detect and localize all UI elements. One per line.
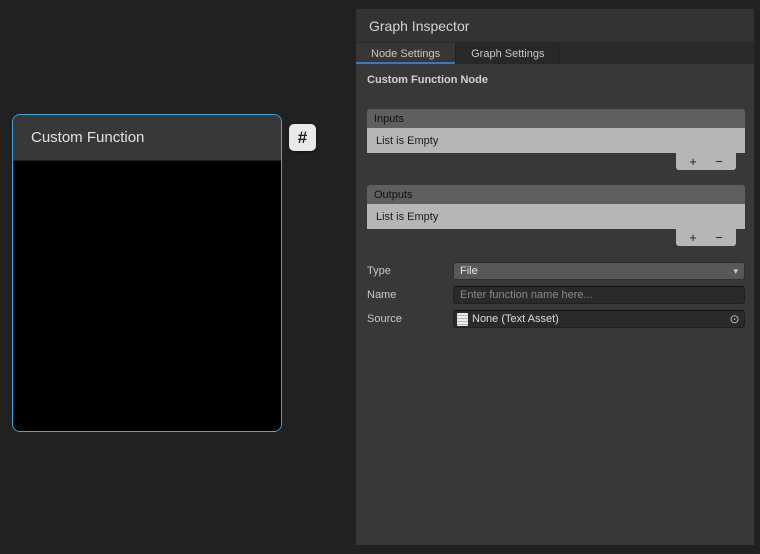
outputs-list-footer: + − [367,229,745,247]
inputs-list-header[interactable]: Inputs [367,109,745,128]
object-picker-icon[interactable]: ⊙ [726,311,743,327]
node-settings-form: Type File ▾ Name Source None (Text Asset… [367,262,745,328]
outputs-list-header[interactable]: Outputs [367,185,745,204]
name-label: Name [367,289,453,301]
type-dropdown-value: File [460,265,478,277]
graph-inspector-panel: Graph Inspector Node Settings Graph Sett… [355,8,755,546]
function-name-input[interactable] [453,286,745,304]
outputs-add-button[interactable]: + [680,229,706,246]
inspector-header[interactable]: Graph Inspector [356,9,754,43]
outputs-list: Outputs List is Empty + − [367,185,745,247]
hash-badge-icon[interactable]: # [289,124,316,151]
text-asset-icon [457,313,468,326]
graph-canvas[interactable]: Custom Function # [0,0,355,554]
outputs-remove-button[interactable]: − [706,229,732,246]
source-row: Source None (Text Asset) ⊙ [367,310,745,328]
source-object-value: None (Text Asset) [472,313,726,325]
type-label: Type [367,265,453,277]
tab-node-settings-label: Node Settings [371,48,440,60]
active-tab-underline [356,62,455,64]
shader-graph-window: Custom Function # Graph Inspector Node S… [0,0,760,554]
inputs-list: Inputs List is Empty + − [367,109,745,171]
type-dropdown[interactable]: File ▾ [453,262,745,280]
inputs-remove-button[interactable]: − [706,153,732,170]
node-body [13,162,281,431]
type-row: Type File ▾ [367,262,745,280]
node-title: Custom Function [31,129,144,146]
tab-node-settings[interactable]: Node Settings [356,43,456,64]
section-title: Custom Function Node [367,74,745,88]
inputs-add-button[interactable]: + [680,153,706,170]
tab-graph-settings[interactable]: Graph Settings [456,43,560,64]
name-row: Name [367,286,745,304]
inspector-content: Custom Function Node Inputs List is Empt… [356,74,754,328]
inputs-footer-buttons: + − [676,153,736,170]
inputs-list-footer: + − [367,153,745,171]
inspector-title: Graph Inspector [369,18,469,34]
source-label: Source [367,313,453,325]
outputs-list-empty-row: List is Empty [367,204,745,229]
custom-function-node[interactable]: Custom Function [12,114,282,432]
outputs-footer-buttons: + − [676,229,736,246]
inputs-list-empty-row: List is Empty [367,128,745,153]
tab-graph-settings-label: Graph Settings [471,48,544,60]
chevron-down-icon: ▾ [733,266,738,277]
node-title-bar[interactable]: Custom Function [13,115,281,161]
inspector-tab-bar: Node Settings Graph Settings [356,43,754,64]
source-object-field[interactable]: None (Text Asset) ⊙ [453,310,745,328]
